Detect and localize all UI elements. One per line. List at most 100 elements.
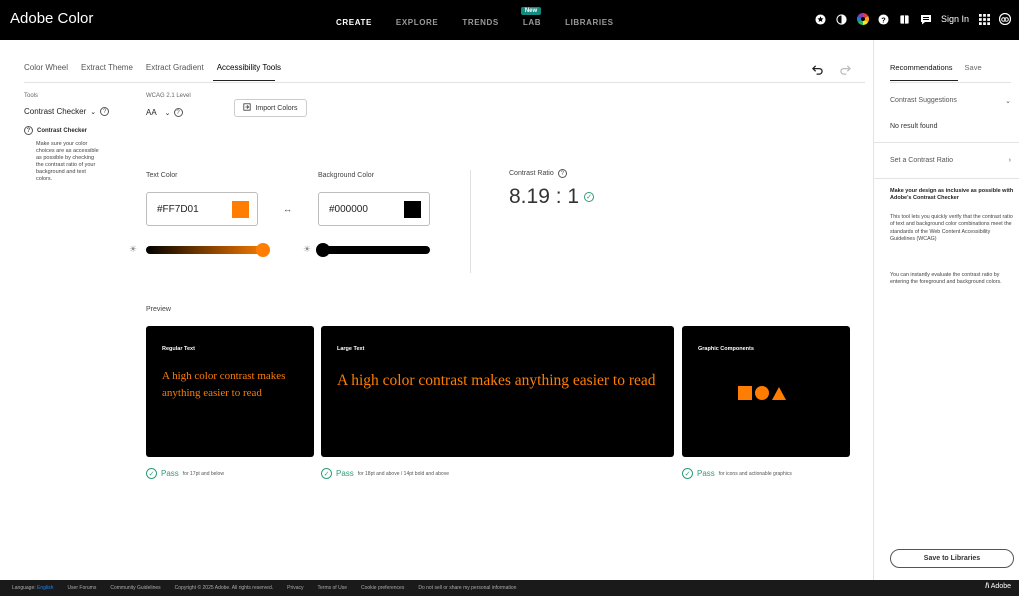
- tab-accessibility-tools[interactable]: Accessibility Tools: [217, 63, 281, 72]
- pass-result-large: ✓ Pass for 18pt and above / 14pt bold an…: [321, 468, 449, 479]
- preview-card-graphic: Graphic Components: [682, 326, 850, 457]
- pass-status: Pass: [336, 469, 354, 478]
- redo-icon[interactable]: [840, 64, 851, 78]
- help-circle-icon[interactable]: ?: [100, 107, 110, 116]
- save-to-libraries-button[interactable]: Save to Libraries: [890, 549, 1014, 568]
- tools-dropdown[interactable]: Contrast Checker ⌄ ?: [24, 107, 110, 116]
- right-panel: Recommendations Save Contrast Suggestion…: [873, 40, 1019, 580]
- text-color-slider-thumb[interactable]: [256, 243, 270, 257]
- chevron-down-icon: ⌄: [1005, 98, 1011, 105]
- import-icon: [243, 103, 252, 113]
- main-content: Color Wheel Extract Theme Extract Gradie…: [0, 40, 873, 580]
- nav-libraries[interactable]: LIBRARIES: [565, 18, 614, 27]
- panel-divider: [874, 142, 1019, 143]
- preview-card-title: Large Text: [337, 346, 365, 352]
- brightness-icon: ☀: [129, 244, 138, 254]
- chevron-right-icon: ›: [1008, 157, 1011, 164]
- check-circle-icon: ✓: [321, 468, 332, 479]
- tab-color-wheel[interactable]: Color Wheel: [24, 63, 68, 72]
- footer-copyright: Copyright © 2025 Adobe. All rights reser…: [174, 585, 274, 591]
- text-color-label: Text Color: [146, 172, 178, 179]
- wcag-dropdown[interactable]: AA ⌄ ?: [146, 108, 183, 117]
- info-title: Make your design as inclusive as possibl…: [890, 188, 1014, 201]
- swap-colors-icon[interactable]: ↔: [283, 204, 292, 214]
- help-circle-icon[interactable]: ?: [24, 126, 33, 135]
- tab-save[interactable]: Save: [965, 63, 982, 72]
- square-shape-icon: [738, 386, 752, 400]
- star-icon[interactable]: [815, 13, 827, 25]
- undo-icon[interactable]: [812, 64, 823, 78]
- nav-explore[interactable]: EXPLORE: [396, 18, 438, 27]
- help-icon[interactable]: ?: [878, 13, 890, 25]
- contrast-checker-description: Make sure your color choices are as acce…: [36, 141, 99, 182]
- text-color-input[interactable]: #FF7D01: [146, 192, 258, 226]
- tool-tabs: Color Wheel Extract Theme Extract Gradie…: [24, 63, 281, 72]
- preview-card-title: Regular Text: [162, 346, 195, 352]
- set-contrast-ratio-row[interactable]: Set a Contrast Ratio ›: [890, 157, 1011, 164]
- pass-status: Pass: [697, 469, 715, 478]
- contrast-icon[interactable]: [836, 13, 848, 25]
- wcag-label: WCAG 2.1 Level: [146, 93, 191, 99]
- apps-grid-icon[interactable]: [978, 13, 990, 25]
- text-color-brightness-slider[interactable]: [146, 246, 268, 254]
- contrast-ratio-label-text: Contrast Ratio: [509, 170, 554, 177]
- preview-label: Preview: [146, 306, 171, 313]
- top-icons: ? Sign In: [815, 13, 1011, 25]
- contrast-suggestions-accordion[interactable]: Contrast Suggestions ⌄: [890, 97, 1011, 105]
- feedback-icon[interactable]: [920, 13, 932, 25]
- pass-result-graphic: ✓ Pass for icons and actionable graphics: [682, 468, 792, 479]
- background-brightness-slider[interactable]: [318, 246, 430, 254]
- no-result-text: No result found: [890, 123, 938, 130]
- background-color-input[interactable]: #000000: [318, 192, 430, 226]
- right-panel-tabs: Recommendations Save: [890, 63, 982, 72]
- footer-link-privacy[interactable]: Privacy: [287, 585, 303, 591]
- background-slider-thumb[interactable]: [316, 243, 330, 257]
- background-color-value: #000000: [329, 203, 368, 215]
- nav-create[interactable]: CREATE: [336, 18, 372, 27]
- nav-lab[interactable]: New LAB: [520, 7, 542, 27]
- adobe-logo[interactable]: /\ Adobe: [985, 583, 1011, 590]
- contrast-checker-title: Contrast Checker: [37, 127, 88, 134]
- creative-cloud-icon[interactable]: [999, 13, 1011, 25]
- brand-logo[interactable]: Adobe Color: [10, 10, 93, 27]
- help-circle-icon[interactable]: ?: [557, 169, 567, 178]
- pass-note: for 17pt and below: [182, 470, 224, 477]
- tab-recommendations[interactable]: Recommendations: [890, 63, 953, 72]
- brightness-icon: ☀: [303, 244, 312, 254]
- language-selector[interactable]: English: [37, 585, 53, 591]
- adobe-logo-icon: /\: [985, 583, 990, 590]
- tools-label: Tools: [24, 93, 39, 99]
- nav-trends[interactable]: TRENDS: [462, 18, 499, 27]
- pass-note: for icons and actionable graphics: [718, 470, 792, 477]
- help-circle-icon[interactable]: ?: [173, 108, 183, 117]
- footer-link-user-forums[interactable]: User Forums: [67, 585, 96, 591]
- check-circle-icon: ✓: [584, 192, 595, 202]
- svg-text:?: ?: [882, 15, 887, 24]
- wcag-selected: AA: [146, 108, 157, 117]
- text-color-swatch[interactable]: [232, 201, 249, 218]
- active-tab-indicator: [213, 80, 275, 81]
- contrast-suggestions-label: Contrast Suggestions: [890, 97, 957, 104]
- footer-link-community-guidelines[interactable]: Community Guidelines: [110, 585, 160, 591]
- tab-extract-theme[interactable]: Extract Theme: [81, 63, 133, 72]
- color-wheel-icon[interactable]: [856, 13, 869, 25]
- active-tab-indicator: [890, 80, 958, 81]
- import-colors-button[interactable]: Import Colors: [234, 99, 307, 117]
- tab-extract-gradient[interactable]: Extract Gradient: [146, 63, 204, 72]
- footer-link-do-not-sell[interactable]: Do not sell or share my personal informa…: [418, 585, 516, 591]
- import-colors-label: Import Colors: [255, 104, 298, 112]
- pass-result-regular: ✓ Pass for 17pt and below: [146, 468, 224, 479]
- tabs-divider: [890, 82, 1011, 83]
- set-contrast-ratio-label: Set a Contrast Ratio: [890, 157, 954, 164]
- footer-link-cookies[interactable]: Cookie preferences: [361, 585, 404, 591]
- preview-card-title: Graphic Components: [698, 346, 754, 352]
- book-icon[interactable]: [899, 13, 911, 25]
- sign-in-link[interactable]: Sign In: [941, 14, 969, 24]
- footer: Language: English User Forums Community …: [0, 580, 1019, 596]
- footer-link-terms[interactable]: Terms of Use: [318, 585, 347, 591]
- new-badge: New: [520, 7, 542, 15]
- chevron-down-icon: ⌄: [164, 109, 171, 117]
- main-nav: CREATE EXPLORE TRENDS New LAB LIBRARIES: [336, 7, 638, 27]
- background-color-swatch[interactable]: [404, 201, 421, 218]
- adobe-logo-label: Adobe: [990, 583, 1011, 590]
